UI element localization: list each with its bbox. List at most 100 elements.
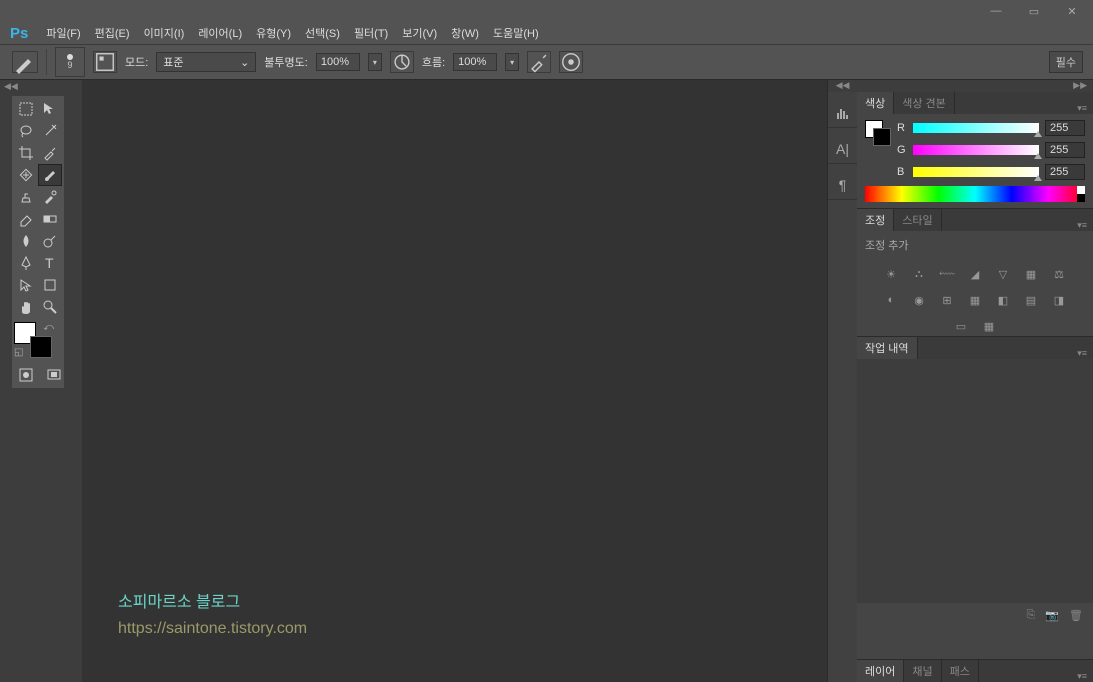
tool-preset-picker[interactable]: [12, 51, 38, 73]
eraser-tool[interactable]: [14, 208, 38, 230]
color-balance-icon[interactable]: ⚖: [1049, 265, 1069, 283]
brush-tool[interactable]: [38, 164, 62, 186]
brightness-contrast-icon[interactable]: ☀: [881, 265, 901, 283]
layers-panel-menu[interactable]: ▾≡: [1071, 671, 1093, 682]
swap-colors-icon[interactable]: ⤺: [43, 322, 54, 333]
posterize-icon[interactable]: ▤: [1021, 291, 1041, 309]
channel-mixer-icon[interactable]: ⊞: [937, 291, 957, 309]
menu-help[interactable]: 도움말(H): [487, 23, 545, 43]
dock-icon-histogram[interactable]: [828, 98, 857, 128]
flow-dropdown[interactable]: ▾: [505, 53, 519, 71]
canvas-area[interactable]: 소피마르소 블로그 https://saintone.tistory.com: [82, 80, 827, 682]
r-slider[interactable]: [913, 123, 1039, 133]
default-colors-icon[interactable]: ◱: [14, 347, 23, 358]
color-panel-menu[interactable]: ▾≡: [1071, 103, 1093, 114]
gradient-map-icon[interactable]: ▭: [951, 317, 971, 335]
color-lookup-icon[interactable]: ▦: [965, 291, 985, 309]
menu-edit[interactable]: 편집(E): [89, 23, 136, 43]
new-snapshot-icon[interactable]: 📷: [1045, 609, 1059, 622]
marquee-tool[interactable]: [14, 98, 38, 120]
crop-tool[interactable]: [14, 142, 38, 164]
screen-mode-toggle[interactable]: [42, 364, 66, 386]
g-input[interactable]: 255: [1045, 142, 1085, 158]
dock-icon-character[interactable]: A|: [828, 134, 857, 164]
lasso-tool[interactable]: [14, 120, 38, 142]
toolbar-collapse-handle[interactable]: ◀◀: [0, 80, 82, 92]
invert-icon[interactable]: ◧: [993, 291, 1013, 309]
pen-tool[interactable]: [14, 252, 38, 274]
magic-wand-tool[interactable]: [38, 120, 62, 142]
menu-window[interactable]: 창(W): [445, 23, 485, 43]
airbrush-toggle[interactable]: [527, 51, 551, 73]
hue-saturation-icon[interactable]: ▦: [1021, 265, 1041, 283]
tab-paths[interactable]: 패스: [942, 660, 979, 682]
selective-color-icon[interactable]: ▦: [979, 317, 999, 335]
workspace-switcher[interactable]: 필수: [1049, 51, 1083, 73]
delete-state-icon[interactable]: 🗑: [1069, 609, 1083, 622]
history-panel-menu[interactable]: ▾≡: [1071, 348, 1093, 359]
dock-icon-paragraph[interactable]: ¶: [828, 170, 857, 200]
vibrance-icon[interactable]: ▽: [993, 265, 1013, 283]
black-white-icon[interactable]: ◐: [881, 291, 901, 309]
type-tool[interactable]: T: [38, 252, 62, 274]
menu-filter[interactable]: 필터(T): [348, 23, 394, 43]
gradient-tool[interactable]: [38, 208, 62, 230]
dock-collapse-handle[interactable]: ◀◀: [828, 80, 857, 92]
color-panel-body: R 255 G 255 B 255: [857, 114, 1093, 208]
photo-filter-icon[interactable]: ◉: [909, 291, 929, 309]
menu-select[interactable]: 선택(S): [299, 23, 346, 43]
minimize-button[interactable]: —: [983, 3, 1009, 19]
dodge-tool[interactable]: [38, 230, 62, 252]
menu-view[interactable]: 보기(V): [396, 23, 443, 43]
menu-layer[interactable]: 레이어(L): [192, 23, 248, 43]
tab-color[interactable]: 색상: [857, 92, 894, 114]
maximize-button[interactable]: ▭: [1021, 3, 1047, 19]
history-list[interactable]: [857, 359, 1093, 603]
flow-input[interactable]: 100%: [453, 53, 497, 71]
path-selection-tool[interactable]: [14, 274, 38, 296]
adjustments-panel-menu[interactable]: ▾≡: [1071, 220, 1093, 231]
tab-layers[interactable]: 레이어: [857, 660, 904, 682]
exposure-icon[interactable]: ◢: [965, 265, 985, 283]
history-brush-tool[interactable]: [38, 186, 62, 208]
background-color[interactable]: [30, 336, 52, 358]
size-pressure-toggle[interactable]: [559, 51, 583, 73]
blur-tool[interactable]: [14, 230, 38, 252]
brush-panel-toggle[interactable]: [93, 51, 117, 73]
tab-swatches[interactable]: 색상 견본: [894, 92, 955, 114]
clone-stamp-tool[interactable]: [14, 186, 38, 208]
menu-type[interactable]: 유형(Y): [250, 23, 297, 43]
hand-tool[interactable]: [14, 296, 38, 318]
brush-preset-picker[interactable]: 9: [55, 47, 85, 77]
healing-brush-tool[interactable]: [14, 164, 38, 186]
panel-background-color[interactable]: [873, 128, 891, 146]
tab-adjustments[interactable]: 조정: [857, 209, 894, 231]
r-input[interactable]: 255: [1045, 120, 1085, 136]
tab-history[interactable]: 작업 내역: [857, 337, 918, 359]
tab-channels[interactable]: 채널: [904, 660, 941, 682]
opacity-input[interactable]: 100%: [316, 53, 360, 71]
new-document-from-state-icon[interactable]: ⎘: [1027, 609, 1036, 622]
opacity-pressure-toggle[interactable]: [390, 51, 414, 73]
threshold-icon[interactable]: ◨: [1049, 291, 1069, 309]
b-slider[interactable]: [913, 167, 1039, 177]
b-input[interactable]: 255: [1045, 164, 1085, 180]
tab-styles[interactable]: 스타일: [894, 209, 941, 231]
quick-mask-toggle[interactable]: [14, 364, 38, 386]
panels-collapse-handle[interactable]: ▶▶: [857, 80, 1093, 92]
levels-icon[interactable]: ⛬: [909, 265, 929, 283]
blend-mode-select[interactable]: 표준 ⌄: [156, 52, 256, 72]
history-footer: ⎘ 📷 🗑: [857, 603, 1093, 627]
g-slider[interactable]: [913, 145, 1039, 155]
eyedropper-tool[interactable]: [38, 142, 62, 164]
shape-tool[interactable]: [38, 274, 62, 296]
move-tool[interactable]: [38, 98, 62, 120]
close-button[interactable]: ✕: [1059, 3, 1085, 19]
slider-handle-icon: [1034, 175, 1042, 181]
opacity-dropdown[interactable]: ▾: [368, 53, 382, 71]
zoom-tool[interactable]: [38, 296, 62, 318]
color-spectrum[interactable]: [865, 186, 1085, 202]
menu-image[interactable]: 이미지(I): [138, 23, 191, 43]
menu-file[interactable]: 파일(F): [40, 23, 86, 43]
curves-icon[interactable]: ⬳: [937, 265, 957, 283]
